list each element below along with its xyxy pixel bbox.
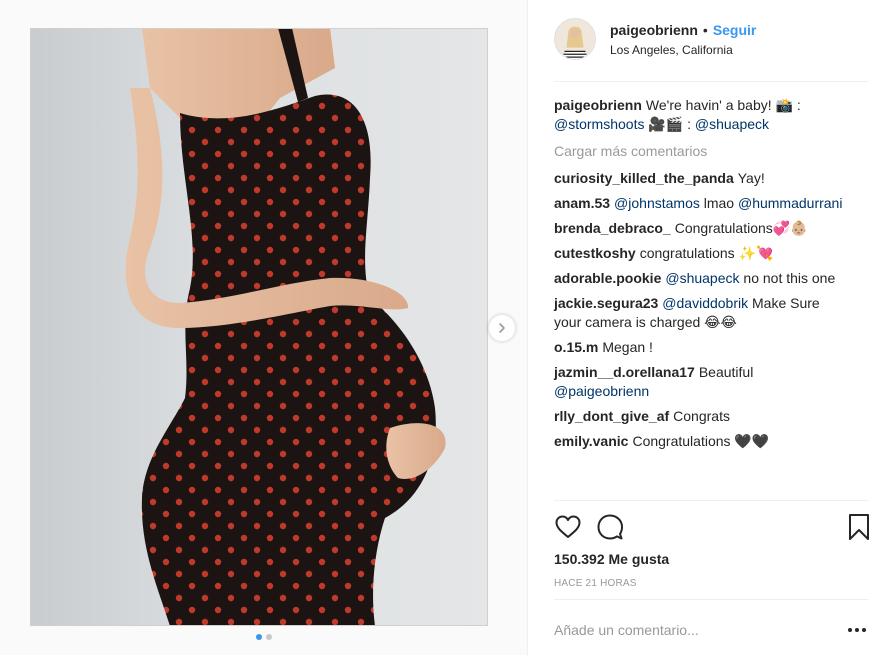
comment-username[interactable]: curiosity_killed_the_panda [554, 170, 734, 186]
caption-mention[interactable]: @stormshoots [554, 116, 644, 132]
comment-item: rlly_dont_give_af Congrats [554, 407, 844, 426]
comment-button[interactable] [596, 513, 626, 543]
header-text: paigeobrienn • Seguir Los Angeles, Calif… [610, 22, 756, 57]
carousel-dot-1[interactable] [256, 634, 262, 640]
comment-text: Beautiful [698, 364, 754, 380]
action-icons [554, 513, 869, 543]
caption-text: We're havin' a baby! 📸 : [645, 97, 801, 113]
instagram-post: paigeobrienn • Seguir Los Angeles, Calif… [0, 0, 881, 655]
comment-mention[interactable]: @johnstamos [614, 195, 700, 211]
comment-username[interactable]: jackie.segura23 [554, 295, 658, 311]
comment-username[interactable]: anam.53 [554, 195, 610, 211]
header-separator: • [702, 22, 708, 38]
comment-mention[interactable]: @paigeobrienn [554, 383, 649, 399]
comment-item: jazmin__d.orellana17 Beautiful @paigeobri… [554, 363, 844, 401]
comment-mention[interactable]: @shuapeck [665, 270, 739, 286]
save-button[interactable] [848, 513, 878, 543]
comment-item: emily.vanic Congratulations 🖤🖤 [554, 432, 844, 451]
comment-item: curiosity_killed_the_panda Yay! [554, 169, 844, 188]
header-username[interactable]: paigeobrienn [610, 22, 698, 38]
comment-text: Congratulations 🖤🖤 [632, 433, 770, 449]
comment-text: Congrats [673, 408, 730, 424]
load-more-comments-button[interactable]: Cargar más comentarios [554, 143, 844, 159]
comment-username[interactable]: jazmin__d.orellana17 [554, 364, 695, 380]
more-options-button[interactable] [848, 623, 868, 637]
caption-username[interactable]: paigeobrienn [554, 97, 642, 113]
more-icon [855, 628, 859, 632]
comment-text: lmao [699, 195, 738, 211]
comment-text: Yay! [737, 170, 765, 186]
comment-item: cutestkoshy congratulations ✨💘 [554, 244, 844, 263]
next-photo-button[interactable] [488, 314, 516, 342]
header-line: paigeobrienn • Seguir [610, 22, 756, 38]
comment-username[interactable]: emily.vanic [554, 433, 628, 449]
likes-count[interactable]: 150.392 Me gusta [554, 551, 669, 567]
comment-text: no not this one [739, 270, 836, 286]
post-actions: 150.392 Me gusta HACE 21 HORAS [554, 500, 869, 600]
chevron-right-icon [499, 323, 505, 333]
comment-item: o.15.m Megan ! [554, 338, 844, 357]
comment-username[interactable]: o.15.m [554, 339, 598, 355]
comment-text: Congratulations💞👶🏼 [674, 220, 808, 236]
more-icon [862, 628, 866, 632]
comment-item: adorable.pookie @shuapeck no not this one [554, 269, 844, 288]
comment-mention[interactable]: @daviddobrik [662, 295, 748, 311]
caption: paigeobrienn We're havin' a baby! 📸 : @st… [554, 96, 844, 134]
avatar-image [555, 19, 595, 59]
comment-item: brenda_debraco_ Congratulations💞👶🏼 [554, 219, 844, 238]
comment-username[interactable]: adorable.pookie [554, 270, 661, 286]
post-sidebar: paigeobrienn • Seguir Los Angeles, Calif… [528, 0, 881, 655]
location-link[interactable]: Los Angeles, California [610, 43, 756, 57]
comment-item: jackie.segura23 @daviddobrik Make Sure yo… [554, 294, 844, 332]
bookmark-icon [849, 514, 869, 540]
comment-mention[interactable]: @hummadurrani [738, 195, 842, 211]
like-button[interactable] [554, 513, 584, 543]
comment-username[interactable]: rlly_dont_give_af [554, 408, 669, 424]
comment-icon [597, 514, 623, 540]
avatar[interactable] [554, 18, 596, 60]
comment-username[interactable]: cutestkoshy [554, 245, 636, 261]
comment-item: anam.53 @johnstamos lmao @hummadurrani [554, 194, 844, 213]
media-area [0, 0, 528, 655]
carousel-indicator [0, 634, 528, 640]
post-header: paigeobrienn • Seguir Los Angeles, Calif… [554, 18, 868, 82]
comment-text: congratulations ✨💘 [639, 245, 774, 261]
comments-list: paigeobrienn We're havin' a baby! 📸 : @st… [554, 96, 844, 457]
more-icon [848, 628, 852, 632]
carousel-dot-2[interactable] [266, 634, 272, 640]
comment-input[interactable]: Añade un comentario... [554, 622, 699, 638]
comment-username[interactable]: brenda_debraco_ [554, 220, 671, 236]
heart-icon [555, 515, 581, 538]
caption-text-middle: 🎥🎬 : [644, 116, 695, 132]
add-comment-bar: Añade un comentario... [554, 612, 868, 648]
comment-text: Megan ! [602, 339, 653, 355]
post-timestamp[interactable]: HACE 21 HORAS [554, 578, 637, 589]
follow-button[interactable]: Seguir [713, 22, 757, 38]
caption-mention[interactable]: @shuapeck [695, 116, 769, 132]
post-photo[interactable] [30, 28, 488, 626]
photo-illustration [30, 28, 488, 626]
